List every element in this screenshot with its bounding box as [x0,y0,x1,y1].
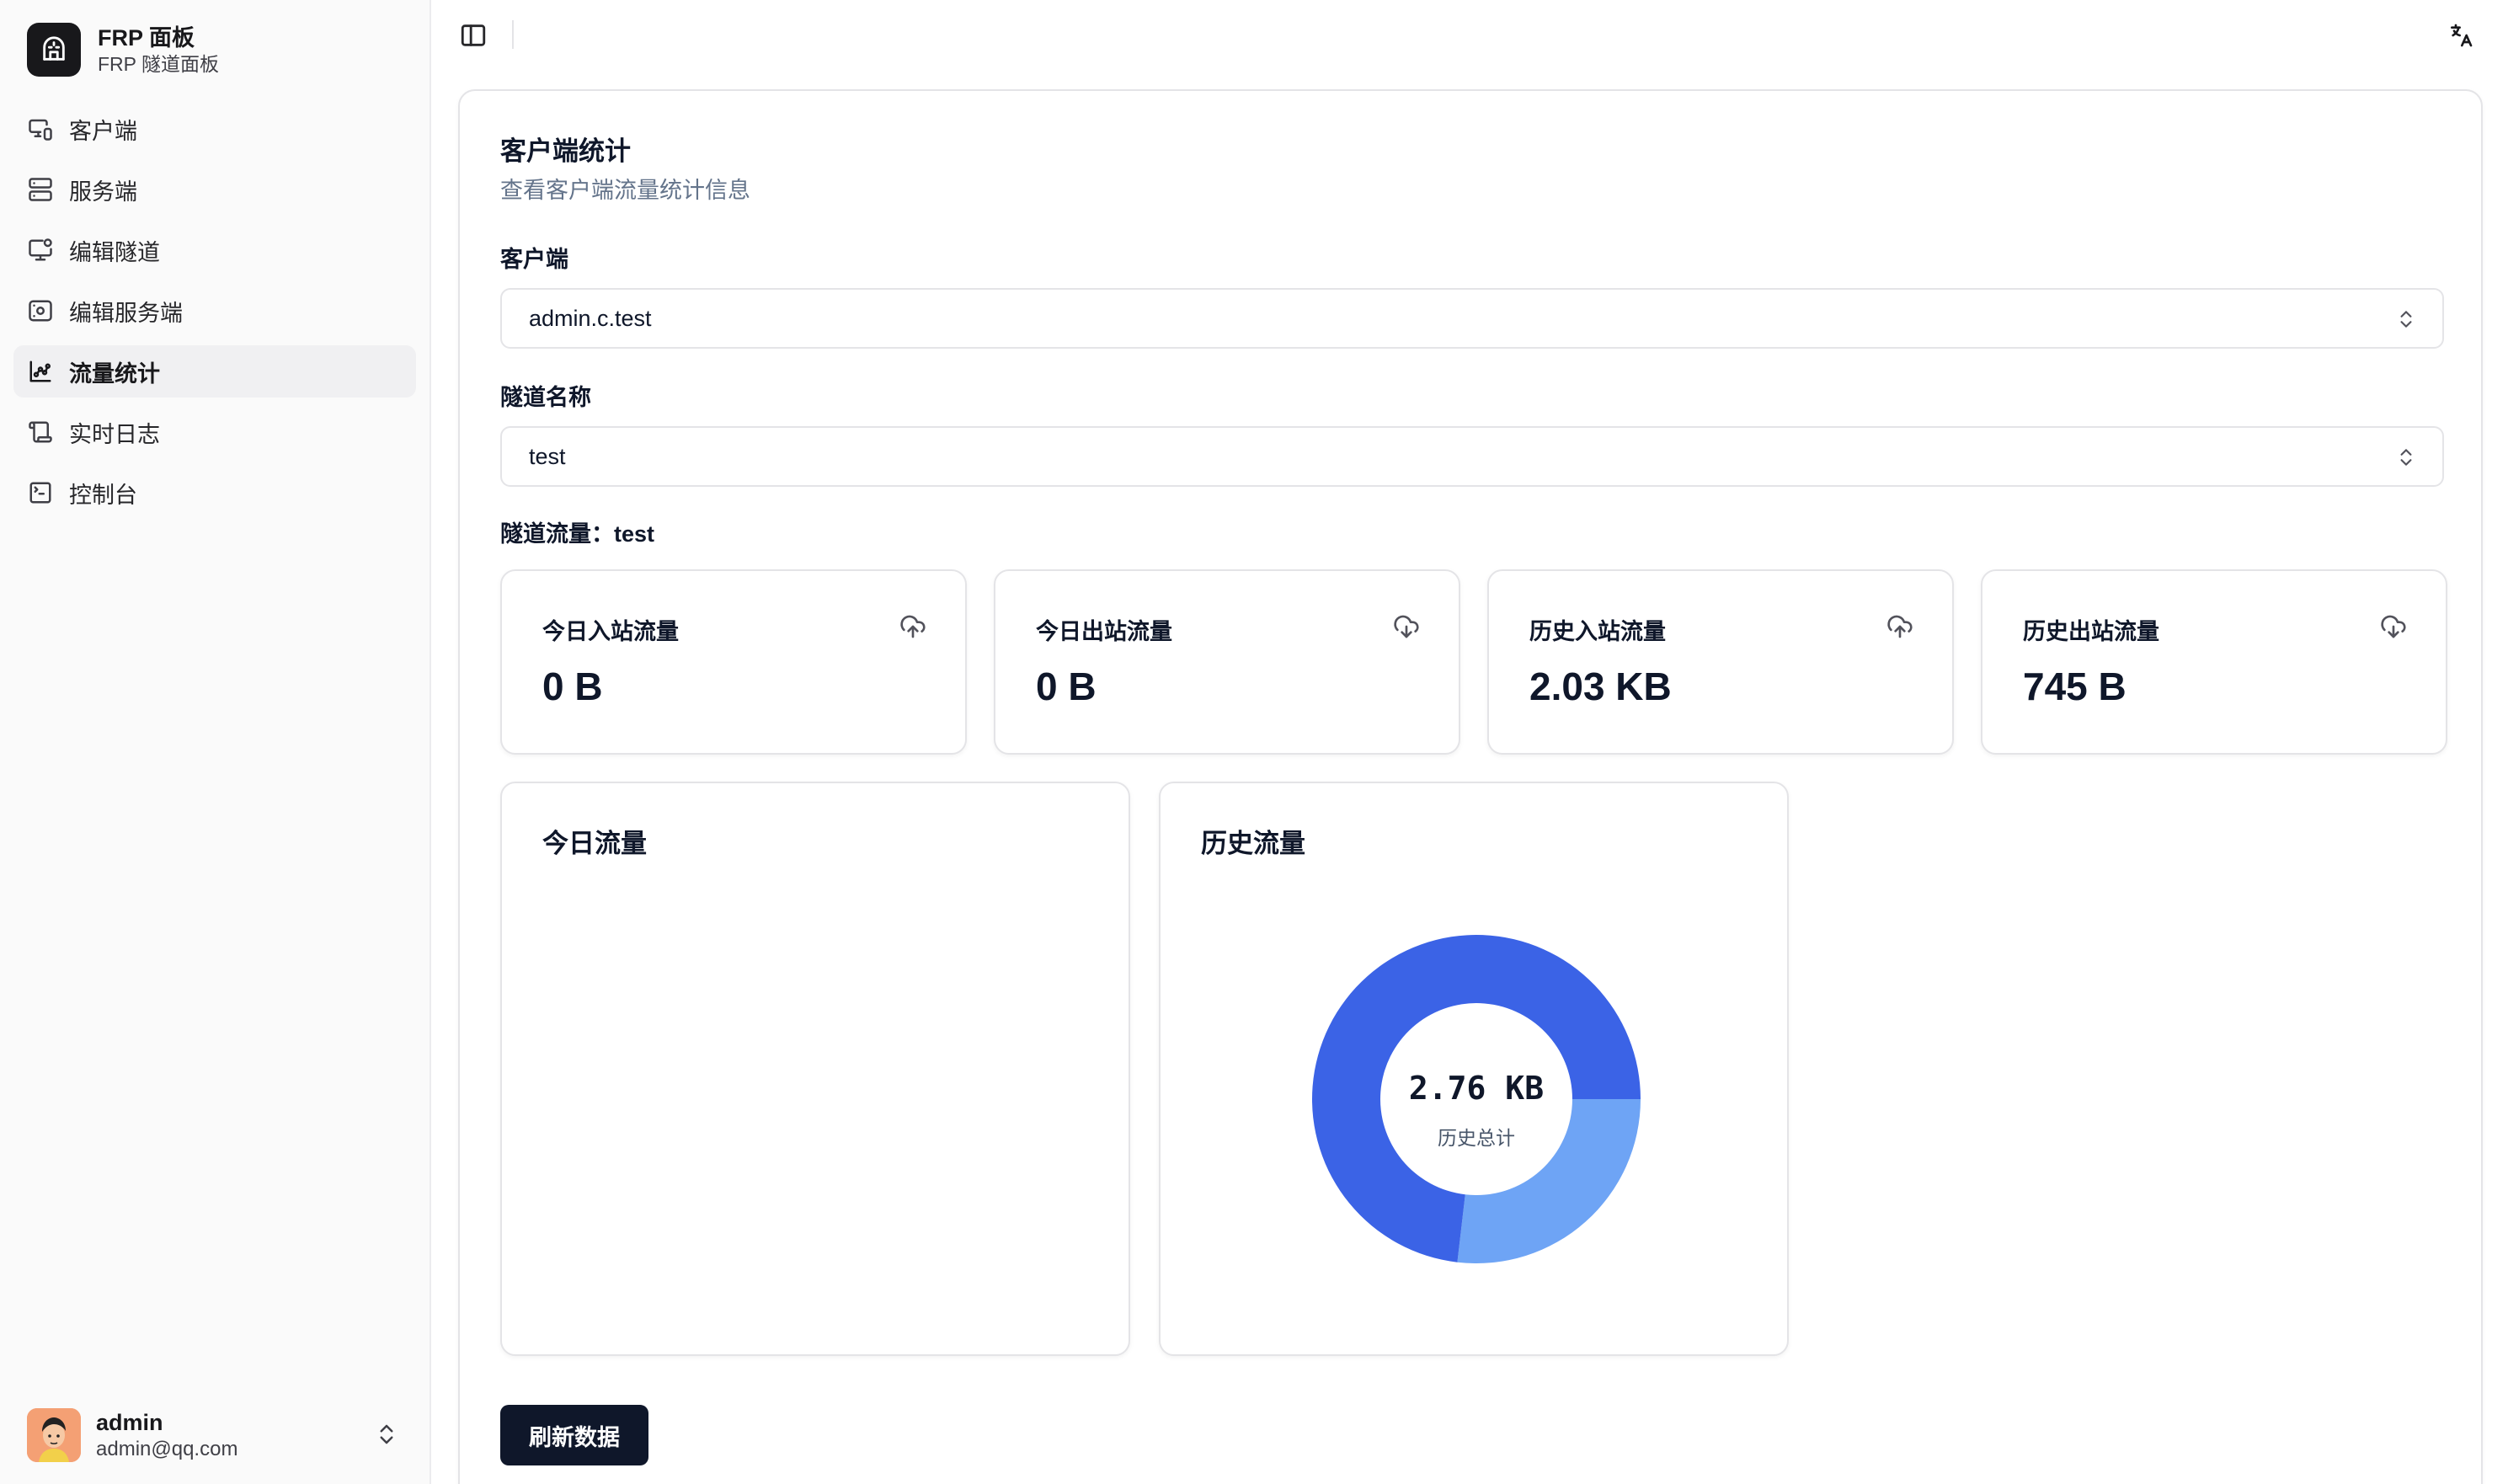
app-root: FRP 面板 FRP 隧道面板 客户端 服务端 编辑隧道 编辑服务端 流量统计 … [0,0,2508,1484]
stat-value: 0 B [1036,665,1097,708]
sidebar-item-label: 客户端 [69,118,137,144]
history-traffic-card: 历史流量 2.76 KB 历史总计 [1159,782,1789,1356]
panel-left-icon [461,24,486,46]
topbar-divider [512,20,514,49]
sidebar-nav: 客户端 服务端 编辑隧道 编辑服务端 流量统计 实时日志 控制台 [13,103,416,519]
client-select[interactable]: admin.c.test [500,288,2444,349]
tunnel-label: 隧道名称 [500,385,591,410]
terminal-icon [27,479,54,506]
topbar [431,0,2508,71]
stat-label: 历史出站流量 [2023,619,2159,644]
client-label: 客户端 [500,247,568,272]
avatar [27,1408,81,1462]
stat-card-today-outbound: 今日出站流量 0 B [994,569,1460,755]
sidebar-item-edit-server[interactable]: 编辑服务端 [13,285,416,337]
brand[interactable]: FRP 面板 FRP 隧道面板 [13,0,416,99]
sidebar-item-traffic-stats[interactable]: 流量统计 [13,345,416,398]
chevrons-up-down-icon [2395,308,2417,334]
user-name: admin [96,1410,163,1435]
cloud-upload-icon [899,613,926,644]
tunnel-select[interactable]: test [500,426,2444,487]
stat-value: 2.03 KB [1529,665,1672,708]
history-traffic-title: 历史流量 [1201,829,1305,858]
brand-subtitle: FRP 隧道面板 [98,53,219,75]
stat-card-history-inbound: 历史入站流量 2.03 KB [1487,569,1954,755]
stat-card-history-outbound: 历史出站流量 745 B [1981,569,2447,755]
chevrons-up-down-icon [2395,446,2417,472]
sidebar-item-label: 服务端 [69,179,137,205]
history-total-caption: 历史总计 [1438,1127,1515,1149]
sidebar-item-live-logs[interactable]: 实时日志 [13,406,416,458]
sidebar-item-label: 编辑服务端 [69,300,183,326]
sidebar-item-label: 流量统计 [69,360,160,387]
history-total-value: 2.76 KB [1408,1070,1545,1107]
stat-value: 0 B [542,665,603,708]
monitor-cog-icon [27,237,54,264]
history-donut-chart: 2.76 KB 历史总计 [1312,935,1641,1263]
user-email: admin@qq.com [96,1438,238,1460]
client-select-value: admin.c.test [529,305,652,331]
tunnel-traffic-heading: 隧道流量：test [500,521,655,547]
main-content: 客户端统计 查看客户端流量统计信息 客户端 admin.c.test 隧道名称 … [431,0,2508,1484]
language-button[interactable] [2442,17,2479,54]
server-icon [27,176,54,203]
sidebar-item-clients[interactable]: 客户端 [13,103,416,155]
client-stats-card: 客户端统计 查看客户端流量统计信息 客户端 admin.c.test 隧道名称 … [458,89,2483,1484]
stat-label: 历史入站流量 [1529,619,1666,644]
sidebar: FRP 面板 FRP 隧道面板 客户端 服务端 编辑隧道 编辑服务端 流量统计 … [0,0,431,1484]
server-cog-icon [27,297,54,324]
today-traffic-card: 今日流量 [500,782,1130,1356]
scroll-icon [27,419,54,446]
donut-center: 2.76 KB 历史总计 [1312,935,1641,1263]
cloud-upload-icon [1886,613,1913,644]
today-traffic-title: 今日流量 [542,829,647,858]
brand-title: FRP 面板 [98,25,195,51]
sidebar-item-console[interactable]: 控制台 [13,467,416,519]
sidebar-item-servers[interactable]: 服务端 [13,163,416,216]
refresh-button[interactable]: 刷新数据 [500,1405,648,1465]
sidebar-item-label: 编辑隧道 [69,239,160,265]
brand-text: FRP 面板 FRP 隧道面板 [98,24,219,76]
cloud-download-icon [2380,613,2407,644]
stat-card-today-inbound: 今日入站流量 0 B [500,569,967,755]
chart-icon [27,358,54,385]
cloud-download-icon [1393,613,1420,644]
sidebar-toggle-button[interactable] [456,19,490,52]
translate-icon [2451,24,2473,47]
page-title: 客户端统计 [500,136,631,166]
page-description: 查看客户端流量统计信息 [500,178,750,203]
sidebar-item-label: 控制台 [69,482,137,508]
user-text: admin admin@qq.com [96,1408,237,1462]
monitor-smartphone-icon [27,115,54,142]
sidebar-item-edit-tunnel[interactable]: 编辑隧道 [13,224,416,276]
user-menu[interactable]: admin admin@qq.com [13,1400,416,1471]
tunnel-select-value: test [529,443,566,469]
sidebar-item-label: 实时日志 [69,421,160,447]
stat-label: 今日入站流量 [542,619,679,644]
stat-label: 今日出站流量 [1036,619,1172,644]
brand-logo-icon [27,23,81,77]
chevrons-up-down-icon[interactable] [374,1422,399,1451]
stat-value: 745 B [2023,665,2126,708]
